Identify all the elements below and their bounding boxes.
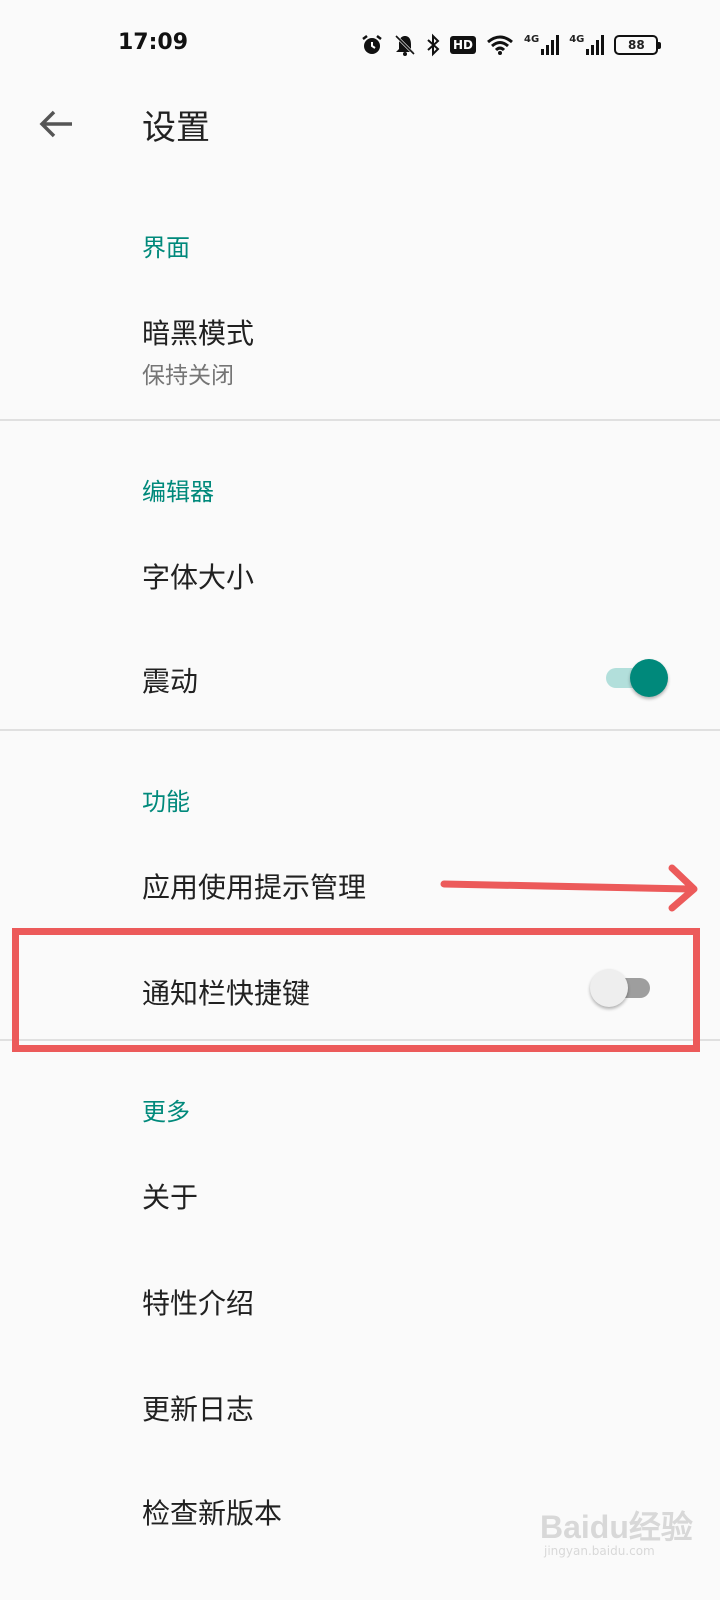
font-size-title: 字体大小 <box>142 561 255 594</box>
section-header-more: 更多 <box>142 1098 190 1126</box>
wifi-icon <box>487 35 513 55</box>
bluetooth-icon <box>427 33 440 57</box>
net-label-1: 4G <box>524 34 540 45</box>
alarm-icon <box>362 35 382 54</box>
switch-thumb <box>630 659 668 697</box>
watermark-logo: Baidu经验 <box>540 1509 693 1545</box>
status-icons: HD 4G 4G 88 <box>360 32 662 58</box>
baidu-watermark: Baidu经验 jingyan.baidu.com <box>540 1494 700 1564</box>
back-button[interactable] <box>30 100 82 148</box>
page-title: 设置 <box>142 108 210 148</box>
features-intro-title: 特性介绍 <box>142 1287 255 1320</box>
status-time: 17:09 <box>118 30 189 55</box>
section-header-editor: 编辑器 <box>142 478 214 506</box>
dark-mode-title: 暗黑模式 <box>142 317 255 350</box>
net-label-2: 4G <box>569 34 585 45</box>
divider <box>0 729 720 731</box>
setting-item-changelog[interactable] <box>0 1352 720 1456</box>
setting-item-about[interactable] <box>0 1140 720 1244</box>
setting-item-font-size[interactable] <box>0 520 720 624</box>
vibration-title: 震动 <box>142 665 199 698</box>
annotation-highlight-box <box>12 928 700 1052</box>
about-title: 关于 <box>142 1181 199 1214</box>
divider <box>0 419 720 421</box>
section-header-features: 功能 <box>142 788 190 816</box>
check-update-title: 检查新版本 <box>142 1497 283 1530</box>
vibration-switch[interactable] <box>602 657 668 697</box>
dark-mode-subtitle: 保持关闭 <box>142 363 234 389</box>
annotation-arrow-icon <box>440 864 698 912</box>
setting-item-dark-mode[interactable] <box>0 290 720 418</box>
signal-4g-icon: 4G <box>569 34 605 55</box>
setting-item-features-intro[interactable] <box>0 1246 720 1350</box>
section-header-interface: 界面 <box>142 234 190 262</box>
bell-off-icon <box>394 34 416 56</box>
arrow-left-icon <box>39 110 72 138</box>
battery-icon: 88 <box>614 35 662 55</box>
signal-4g-icon: 4G <box>524 34 560 55</box>
usage-hint-title: 应用使用提示管理 <box>142 871 367 904</box>
watermark-url: jingyan.baidu.com <box>544 1544 655 1558</box>
changelog-title: 更新日志 <box>142 1393 255 1426</box>
hd-voice-icon: HD <box>450 36 477 54</box>
